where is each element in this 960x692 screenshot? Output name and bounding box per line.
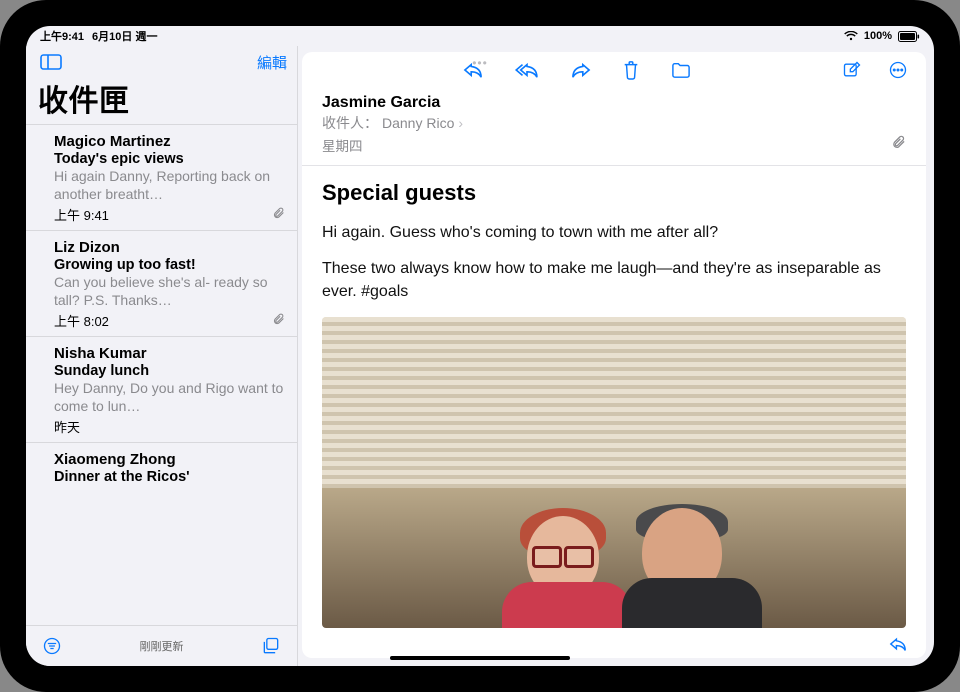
more-button[interactable] xyxy=(884,56,912,84)
status-bar: 上午9:41 6月10日 週一 100% xyxy=(26,26,934,46)
list-preview: Hi again Danny, Reporting back on anothe… xyxy=(54,168,285,203)
message-to-line[interactable]: 收件人： Danny Rico › xyxy=(322,113,906,133)
sidebar-toggle-button[interactable] xyxy=(36,50,66,74)
filter-button[interactable] xyxy=(38,632,66,660)
forward-button[interactable] xyxy=(566,57,596,83)
sync-status: 剛剛更新 xyxy=(66,638,257,654)
list-sender: Xiaomeng Zhong xyxy=(54,451,285,468)
message-from[interactable]: Jasmine Garcia xyxy=(322,94,906,112)
to-name: Danny Rico xyxy=(382,115,454,131)
message-header: Jasmine Garcia 收件人： Danny Rico › 星期四 xyxy=(302,86,926,166)
message-date: 星期四 xyxy=(322,135,363,155)
message-toolbar xyxy=(302,52,926,86)
list-sender: Nisha Kumar xyxy=(54,345,285,362)
list-item[interactable]: Xiaomeng Zhong Dinner at the Ricos' xyxy=(26,443,297,491)
list-subject: Sunday lunch xyxy=(54,363,285,379)
list-time: 上午 8:02 xyxy=(54,311,109,330)
message-list: Magico Martinez Today's epic views Hi ag… xyxy=(26,124,297,625)
status-date: 6月10日 週一 xyxy=(92,28,157,44)
wifi-icon xyxy=(844,31,858,41)
home-indicator[interactable] xyxy=(390,656,570,660)
list-item[interactable]: Nisha Kumar Sunday lunch Hey Danny, Do y… xyxy=(26,337,297,443)
move-folder-button[interactable] xyxy=(666,57,696,83)
list-preview: Can you believe she's al- ready so tall?… xyxy=(54,274,285,309)
inbox-title: 收件匣 xyxy=(26,74,297,124)
list-item[interactable]: Magico Martinez Today's epic views Hi ag… xyxy=(26,125,297,231)
message-subject: Special guests xyxy=(322,180,906,206)
list-subject: Growing up too fast! xyxy=(54,257,285,273)
reply-all-button[interactable] xyxy=(510,57,544,83)
chevron-right-icon: › xyxy=(458,115,463,131)
to-label: 收件人： xyxy=(322,113,378,133)
list-preview: Hey Danny, Do you and Rigo want to come … xyxy=(54,380,285,415)
battery-percent: 100% xyxy=(864,30,892,42)
edit-button[interactable]: 編輯 xyxy=(257,52,287,73)
trash-button[interactable] xyxy=(618,56,644,84)
paperclip-icon xyxy=(891,134,906,155)
message-pane: Jasmine Garcia 收件人： Danny Rico › 星期四 S xyxy=(302,52,926,658)
list-time: 上午 9:41 xyxy=(54,205,109,224)
list-subject: Dinner at the Ricos' xyxy=(54,469,285,485)
attachment-image[interactable] xyxy=(322,317,906,628)
paperclip-icon xyxy=(272,206,285,223)
message-paragraph: These two always know how to make me lau… xyxy=(322,258,906,303)
stack-button[interactable] xyxy=(257,632,285,660)
list-sender: Magico Martinez xyxy=(54,133,285,150)
list-time: 昨天 xyxy=(54,417,80,436)
screen: 上午9:41 6月10日 週一 100% ••• xyxy=(26,26,934,666)
ipad-frame: 上午9:41 6月10日 週一 100% ••• xyxy=(0,0,960,692)
list-sender: Liz Dizon xyxy=(54,239,285,256)
status-time: 上午9:41 xyxy=(40,28,84,44)
inbox-sidebar: 編輯 收件匣 Magico Martinez Today's epic view… xyxy=(26,46,298,666)
message-body: Special guests Hi again. Guess who's com… xyxy=(302,166,926,628)
compose-button[interactable] xyxy=(838,56,866,84)
list-subject: Today's epic views xyxy=(54,151,285,167)
battery-icon xyxy=(898,31,920,42)
reply-shortcut-button[interactable] xyxy=(884,632,912,656)
paperclip-icon xyxy=(272,312,285,329)
multitask-dots-icon[interactable]: ••• xyxy=(472,56,488,70)
list-item[interactable]: Liz Dizon Growing up too fast! Can you b… xyxy=(26,231,297,337)
message-paragraph: Hi again. Guess who's coming to town wit… xyxy=(322,222,906,244)
